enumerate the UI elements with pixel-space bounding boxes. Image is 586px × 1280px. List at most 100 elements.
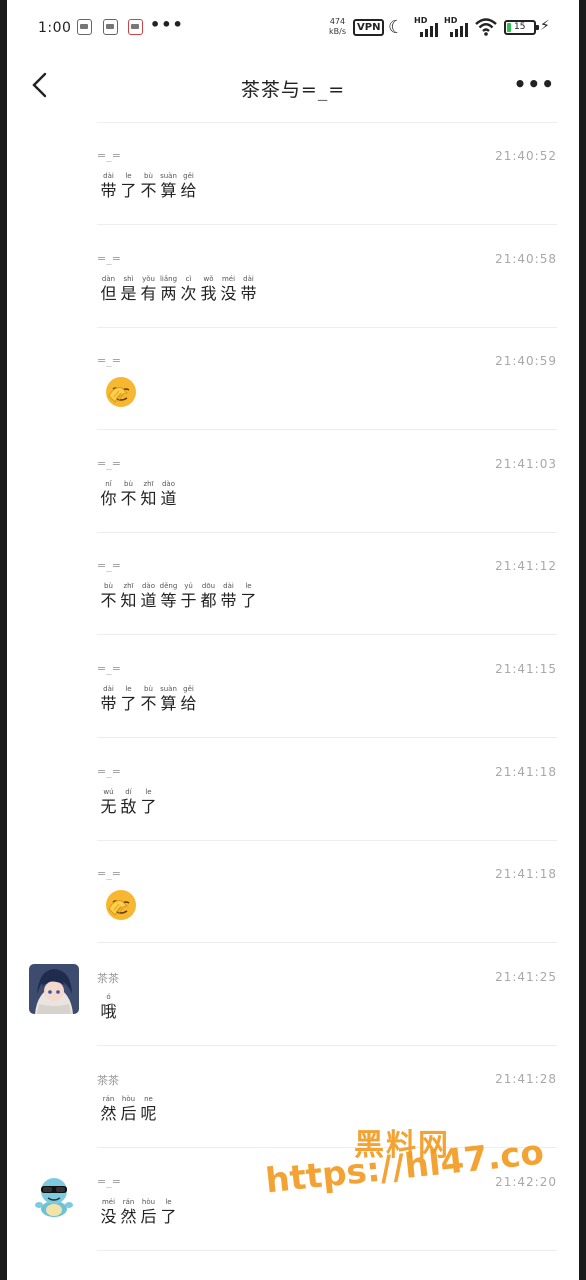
pinyin: rán (122, 1198, 135, 1206)
pinyin: yú (184, 582, 193, 591)
ruby-character: nǐ 你 (99, 479, 118, 509)
pinyin: gěi (183, 685, 194, 693)
ruby-character: dōu 都 (199, 581, 218, 611)
message-text: bù 不 zhī 知 dào 道 děng 等 yú 于 dōu 都 dài 带 le 了 (99, 581, 258, 611)
ruby-character: le 了 (119, 171, 138, 201)
message-item[interactable]: =_= 21:41:03 nǐ 你 bù 不 zhī 知 dào 道 (97, 431, 557, 533)
pinyin: hòu (121, 1095, 136, 1104)
pinyin: ne (144, 1095, 153, 1104)
pinyin: rán (102, 1095, 115, 1104)
message-timestamp: 21:42:20 (495, 1175, 557, 1189)
pinyin: dài (223, 582, 234, 591)
ruby-character: shì 是 (119, 274, 138, 304)
message-text: méi 没 rán 然 hòu 后 le 了 (99, 1197, 178, 1227)
message-timestamp: 21:41:12 (495, 559, 557, 574)
more-options-button[interactable]: ••• (514, 72, 555, 96)
pinyin: zhī (143, 479, 154, 488)
message-sender: 茶茶 (97, 1074, 119, 1088)
battery-level: 15 (514, 22, 526, 32)
more-notifications-icon: ••• (150, 15, 184, 34)
hanzi: 有 (140, 283, 157, 303)
pinyin: le (165, 1198, 172, 1206)
network-speed: 474 kB/s (329, 17, 346, 37)
pinyin: dài (243, 274, 254, 283)
ruby-character: liǎng 两 (159, 274, 178, 304)
pinyin: bù (104, 582, 113, 591)
message-item[interactable]: =_= 21:41:12 bù 不 zhī 知 dào 道 děng 等 yú 于 dōu 都 dài 带 le… (97, 533, 557, 636)
hanzi: 不 (100, 591, 117, 611)
message-sender: 茶茶 (97, 971, 119, 985)
message-sender: =_= (97, 662, 121, 675)
hanzi: 知 (120, 591, 137, 611)
notification-app-icon (103, 19, 118, 35)
hanzi: 无 (100, 796, 117, 816)
ruby-character: dào 道 (159, 479, 178, 509)
notification-app-icon (128, 19, 143, 35)
message-timestamp: 21:41:18 (495, 764, 557, 779)
message-item[interactable]: 茶茶 21:41:28 rán 然 hòu 后 ne 呢 (97, 1046, 557, 1149)
message-item[interactable]: =_= 21:41:15 dài 带 le 了 bù 不 suàn 算 gěi 给 (97, 636, 557, 738)
ruby-character: bù 不 (119, 479, 138, 509)
pinyin: suàn (160, 172, 177, 180)
hanzi: 哦 (100, 1001, 117, 1021)
ruby-character: dài 带 (99, 171, 118, 201)
ruby-character: le 了 (119, 684, 138, 714)
pinyin: suàn (160, 685, 177, 693)
hanzi: 给 (180, 694, 197, 713)
squirtle-avatar[interactable] (29, 1169, 79, 1219)
message-timestamp: 21:41:03 (495, 456, 557, 471)
ruby-character: bù 不 (139, 171, 158, 201)
message-timestamp: 21:41:25 (495, 969, 557, 984)
ruby-character: ó哦 (99, 992, 118, 1022)
ruby-character: le 了 (239, 581, 258, 611)
hanzi: 带 (240, 283, 257, 303)
ruby-character: yǒu 有 (139, 274, 158, 304)
message-sender: =_= (97, 251, 121, 265)
pinyin: bù (144, 172, 153, 180)
ruby-character: bù 不 (139, 684, 158, 714)
notification-app-icon (77, 19, 92, 35)
pinyin: cì (185, 274, 192, 283)
message-item[interactable]: 茶茶 21:41:25 ó 哦 (29, 944, 557, 1046)
ruby-character: gěi 给 (179, 684, 198, 714)
ruby-character: le 了 (139, 787, 158, 817)
pinyin: bù (124, 479, 133, 488)
hanzi: 于 (180, 591, 197, 611)
message-sender: =_= (97, 764, 121, 778)
pinyin: le (145, 787, 152, 796)
message-item[interactable]: =_= 21:41:18 wú 无 dí 敌 le 了 (97, 739, 557, 841)
vpn-badge: VPN (353, 19, 385, 36)
hanzi: 是 (120, 283, 137, 303)
pinyin: le (125, 172, 132, 180)
ruby-character: dàn 但 (99, 274, 118, 304)
ruby-character: zhī 知 (119, 581, 138, 611)
message-timestamp: 21:40:58 (495, 251, 557, 266)
message-timestamp: 21:40:52 (495, 149, 557, 163)
hanzi: 了 (140, 796, 157, 816)
ruby-character: méi 没 (219, 274, 238, 304)
message-item[interactable]: =_= 21:40:59 (97, 328, 557, 431)
message-item[interactable]: =_= 21:40:58 dàn 但 shì 是 yǒu 有 liǎng 两 cì 次 wǒ 我 méi 没 d… (97, 226, 557, 328)
hanzi: 不 (140, 694, 157, 713)
message-text: rán 然 hòu 后 ne 呢 (99, 1094, 158, 1124)
pinyin: dào (141, 582, 155, 591)
hanzi: 但 (100, 283, 117, 303)
message-timestamp: 21:41:15 (495, 662, 557, 676)
message-item[interactable]: =_= 21:40:52 dài 带 le 了 bù 不 suàn 算 gěi 给 (97, 123, 557, 225)
hanzi: 了 (240, 591, 257, 611)
hanzi: 敌 (120, 796, 137, 816)
message-item[interactable]: =_= 21:41:18 (97, 841, 557, 944)
pinyin: nǐ (105, 479, 112, 488)
ruby-character: yú 于 (179, 581, 198, 611)
chat-screen: 1:00 ••• 474 kB/s VPN ☾ HD HD 15 ⚡ 茶茶与=_… (7, 0, 579, 1280)
ruby-character: gěi 给 (179, 171, 198, 201)
hanzi: 呢 (140, 1104, 157, 1124)
hanzi: 然 (120, 1207, 137, 1226)
pinyin: méi (101, 1198, 116, 1206)
anime-avatar[interactable] (29, 963, 79, 1014)
hanzi: 了 (120, 694, 137, 713)
pinyin: yǒu (142, 274, 155, 283)
ruby-character: dào 道 (139, 581, 158, 611)
hanzi: 不 (140, 181, 157, 200)
message-text: ó哦 (99, 992, 118, 1022)
